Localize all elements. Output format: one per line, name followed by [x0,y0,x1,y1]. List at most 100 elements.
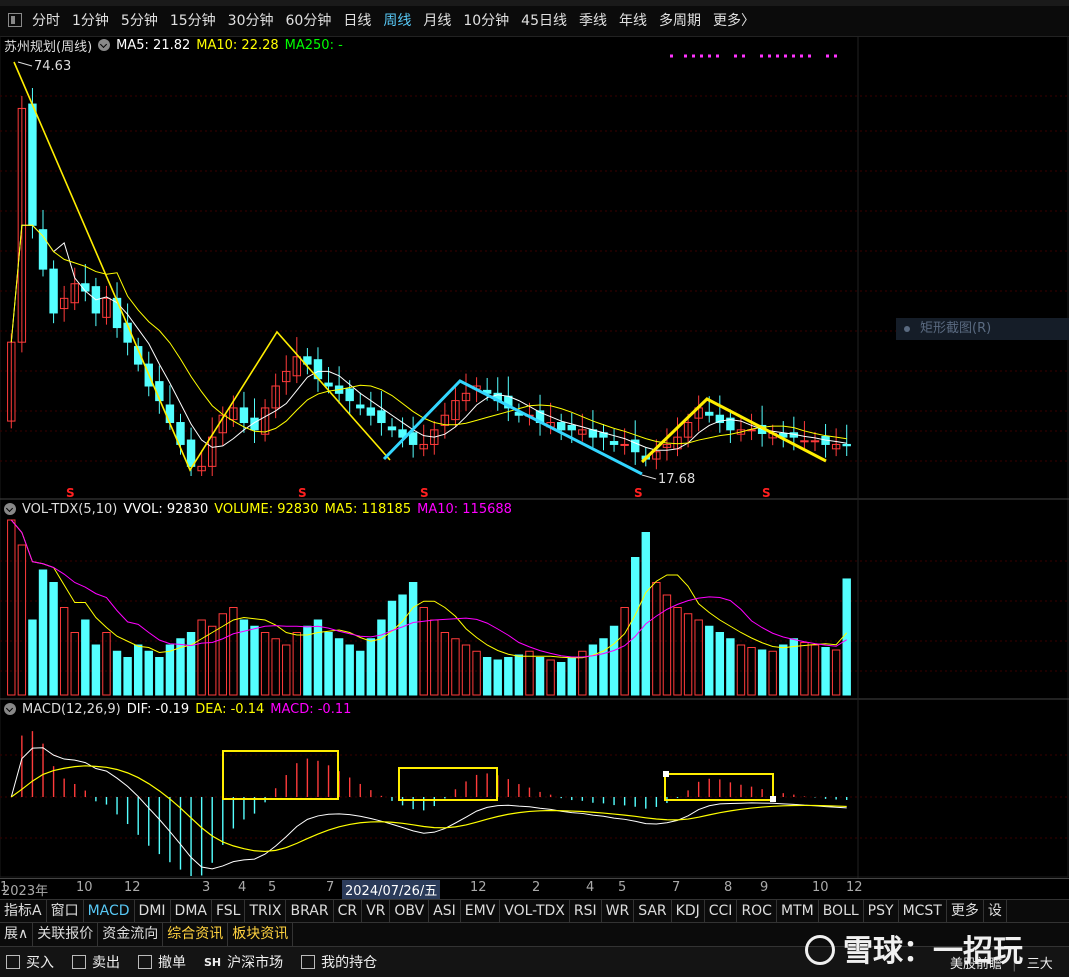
period-tab-6[interactable]: 日线 [337,10,377,30]
buy-button[interactable]: 买入 [0,952,66,972]
sell-icon [72,955,86,969]
indicator-tab-8[interactable]: CR [334,900,363,922]
info-tab-0[interactable]: 展∧ [0,923,34,946]
indicator-tab-10[interactable]: OBV [390,900,430,922]
macd-highlight-box-0 [222,750,339,800]
indicator-tab-9[interactable]: VR [362,900,391,922]
candle-body-34 [366,407,376,416]
info-tab-1[interactable]: 关联报价 [33,923,99,946]
indicator-tab-0[interactable]: 指标A [0,900,47,922]
indicator-tab-7[interactable]: BRAR [286,900,334,922]
period-tab-8[interactable]: 月线 [417,10,457,30]
volume-bar-13 [144,650,153,696]
info-tab-2[interactable]: 资金流向 [98,923,164,946]
macd-highlight-box-2 [664,773,774,801]
max-leader-line [17,61,33,67]
indicator-tab-1[interactable]: 窗口 [47,900,84,922]
candle-body-57 [609,441,619,445]
candle-body-33 [356,404,365,409]
volume-bar-7 [81,619,90,696]
indicator-tab-19[interactable]: ROC [737,900,777,922]
indicator-tab-22[interactable]: PSY [864,900,899,922]
min-price-label: 17.68 [658,472,695,487]
indicator-tab-2[interactable]: MACD [84,900,135,922]
indicator-tab-12[interactable]: EMV [461,900,501,922]
period-tab-4[interactable]: 30分钟 [222,10,280,30]
market-button[interactable]: SH 沪深市场 [198,952,295,972]
period-tab-7[interactable]: 周线 [377,10,417,30]
rect-screenshot-menu-item[interactable]: 矩形截图(R) [896,318,1069,340]
candle-body-22 [239,407,249,424]
xueqiu-logo-icon [805,935,835,965]
volume-bar-61 [652,582,661,696]
volume-bar-57 [609,625,619,696]
indicator-tab-4[interactable]: DMA [171,900,212,922]
time-label-6: 7 [326,880,335,895]
indicator-tab-11[interactable]: ASI [429,900,461,922]
period-tab-12[interactable]: 年线 [613,10,653,30]
volume-bar-38 [408,582,418,696]
volume-bar-18 [197,619,206,696]
volume-bar-55 [588,644,598,696]
volume-bar-3 [38,569,48,696]
indicator-tab-25[interactable]: 设 [984,900,1007,922]
stock-chart[interactable]: 74.63 17.68 S S S S S [0,36,1069,878]
indicator-tab-14[interactable]: RSI [570,900,602,922]
cancel-order-button[interactable]: 撤单 [132,952,198,972]
indicator-tab-5[interactable]: FSL [212,900,246,922]
sell-button[interactable]: 卖出 [66,952,132,972]
period-tab-3[interactable]: 15分钟 [164,10,222,30]
info-tab-3[interactable]: 综合资讯 [163,923,229,946]
volume-bar-0 [7,519,16,696]
market-label: 沪深市场 [227,955,284,971]
indicator-tab-24[interactable]: 更多 [947,900,984,922]
time-label-11: 5 [618,880,627,895]
holdings-button[interactable]: 我的持仓 [295,952,389,972]
sell-label: 卖出 [92,955,120,971]
panel-toggle-icon[interactable] [8,13,22,27]
time-label-7: 2024/07/26/五 [342,880,441,899]
indicator-tab-13[interactable]: VOL-TDX [500,900,570,922]
candle-body-75 [800,440,809,443]
indicator-tab-15[interactable]: WR [602,900,635,922]
holdings-label: 我的持仓 [321,955,378,971]
indicator-tab-21[interactable]: BOLL [819,900,864,922]
info-tab-4[interactable]: 板块资讯 [228,923,294,946]
candle-body-2 [28,103,37,226]
candle-body-35 [377,410,386,424]
period-tab-14[interactable]: 更多〉 [707,10,761,30]
candle-body-52 [556,422,566,431]
volume-bar-4 [49,582,58,696]
volume-bar-43 [461,644,471,696]
period-tab-5[interactable]: 60分钟 [280,10,338,30]
volume-bar-46 [493,659,502,696]
period-tab-0[interactable]: 分时 [26,10,66,30]
period-tab-11[interactable]: 季线 [573,10,613,30]
volume-bar-63 [673,607,682,696]
indicator-tab-20[interactable]: MTM [777,900,819,922]
period-tab-13[interactable]: 多周期 [653,10,707,30]
period-tab-1[interactable]: 1分钟 [66,10,115,30]
volume-bar-53 [567,657,576,696]
candle-body-17 [186,439,196,467]
s-marker-3: S [634,486,643,500]
time-label-2: 12 [124,880,141,895]
volume-bar-56 [599,638,608,696]
min-leader-line [641,474,657,480]
three-big-link[interactable]: 三大 [1027,957,1053,972]
volume-bar-69 [736,644,746,696]
period-tab-9[interactable]: 10分钟 [457,10,515,30]
indicator-tab-16[interactable]: SAR [634,900,672,922]
volume-bar-65 [694,619,703,696]
indicator-tab-3[interactable]: DMI [135,900,171,922]
indicator-tab-23[interactable]: MCST [899,900,947,922]
period-tab-10[interactable]: 45日线 [515,10,573,30]
volume-bar-73 [779,644,788,696]
indicator-tab-17[interactable]: KDJ [672,900,705,922]
candle-body-53 [567,424,576,431]
indicator-tab-18[interactable]: CCI [705,900,738,922]
period-tab-2[interactable]: 5分钟 [115,10,164,30]
indicator-tab-6[interactable]: TRIX [245,900,287,922]
volume-bar-48 [514,654,524,696]
time-label-4: 4 [238,880,247,895]
